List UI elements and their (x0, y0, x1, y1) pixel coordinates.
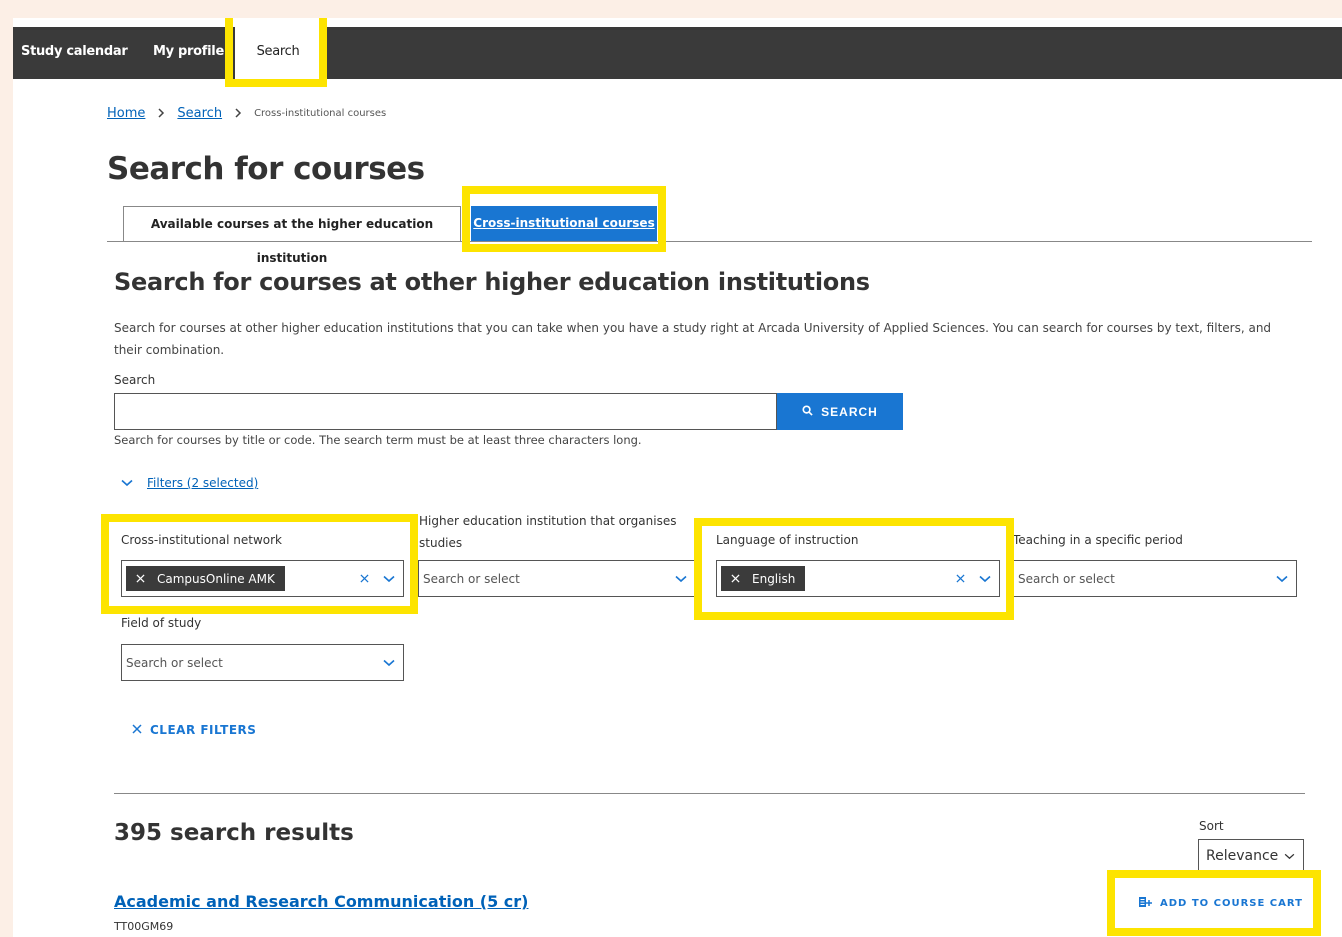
add-to-course-cart-label: ADD TO COURSE CART (1160, 897, 1303, 909)
chevron-down-icon[interactable] (1276, 572, 1288, 586)
network-filter-label: Cross-institutional network (121, 533, 282, 547)
cart-add-icon (1138, 896, 1152, 911)
chevron-down-icon[interactable] (979, 572, 991, 586)
chevron-down-icon[interactable] (383, 572, 395, 586)
search-input[interactable] (114, 393, 777, 430)
results-divider (114, 793, 1305, 794)
add-to-course-cart-button[interactable]: ADD TO COURSE CART (1138, 893, 1308, 913)
organiser-filter-select[interactable]: Search or select (418, 560, 696, 597)
field-filter-placeholder: Search or select (126, 655, 223, 670)
clear-filters-button[interactable]: CLEAR FILTERS (132, 723, 256, 737)
nav-item-study-calendar[interactable]: Study calendar (21, 27, 128, 79)
organiser-filter-placeholder: Search or select (423, 571, 520, 586)
section-title: Search for courses at other higher educa… (114, 268, 870, 296)
breadcrumb: Home Search Cross-institutional courses (107, 106, 386, 121)
field-filter-select[interactable]: Search or select (121, 644, 404, 681)
chevron-right-icon (234, 107, 242, 121)
search-label: Search (114, 373, 156, 387)
chevron-down-icon (1284, 848, 1295, 864)
nav-item-my-profile[interactable]: My profile (153, 27, 224, 79)
close-icon[interactable] (731, 572, 740, 586)
clear-filters-label: CLEAR FILTERS (150, 723, 257, 737)
filters-toggle-label: Filters (2 selected) (147, 476, 259, 490)
language-filter-select[interactable]: English (716, 560, 1000, 597)
nav-item-search[interactable]: Search (235, 27, 321, 79)
network-chip-label: CampusOnline AMK (157, 571, 275, 586)
tabs-divider (107, 241, 1312, 242)
top-navigation: Study calendar My profile Search (13, 27, 1342, 79)
sort-value: Relevance (1206, 847, 1279, 864)
tab-cross-institutional-courses[interactable]: Cross-institutional courses (471, 206, 657, 242)
breadcrumb-home-link[interactable]: Home (107, 106, 145, 121)
tab-available-courses[interactable]: Available courses at the higher educatio… (123, 206, 461, 265)
chevron-right-icon (157, 107, 165, 121)
organiser-filter-label: Higher education institution that organi… (419, 514, 677, 550)
chevron-down-icon[interactable] (675, 572, 687, 586)
close-icon (132, 723, 142, 737)
breadcrumb-search-link[interactable]: Search (177, 106, 222, 121)
period-filter-label: Teaching in a specific period (1013, 533, 1183, 547)
period-filter-select[interactable]: Search or select (1013, 560, 1297, 597)
course-title-link[interactable]: Academic and Research Communication (5 c… (114, 892, 528, 911)
period-filter-placeholder: Search or select (1018, 571, 1115, 586)
chevron-down-icon[interactable] (383, 656, 395, 670)
search-hint: Search for courses by title or code. The… (114, 433, 642, 447)
network-filter-select[interactable]: CampusOnline AMK (121, 560, 404, 597)
sort-select[interactable]: Relevance (1198, 839, 1304, 872)
search-button-label: SEARCH (821, 404, 878, 419)
course-code: TT00GM69 (114, 920, 174, 933)
clear-icon[interactable] (360, 572, 369, 586)
network-chip[interactable]: CampusOnline AMK (126, 566, 285, 591)
results-count: 395 search results (114, 820, 354, 846)
field-filter-label: Field of study (121, 616, 202, 630)
sort-label: Sort (1199, 819, 1224, 833)
search-button[interactable]: SEARCH (777, 393, 903, 430)
page-frame: Study calendar My profile Search Home Se… (13, 18, 1342, 937)
language-filter-label: Language of instruction (716, 533, 859, 547)
language-chip-label: English (752, 571, 796, 586)
breadcrumb-current: Cross-institutional courses (254, 108, 387, 119)
chevron-down-icon (121, 476, 133, 490)
section-description: Search for courses at other higher educa… (114, 321, 1272, 357)
clear-icon[interactable] (956, 572, 965, 586)
filters-toggle[interactable]: Filters (2 selected) (121, 476, 258, 490)
close-icon[interactable] (136, 572, 145, 586)
language-chip[interactable]: English (721, 566, 806, 591)
search-icon (802, 404, 813, 419)
page-title: Search for courses (107, 151, 425, 187)
